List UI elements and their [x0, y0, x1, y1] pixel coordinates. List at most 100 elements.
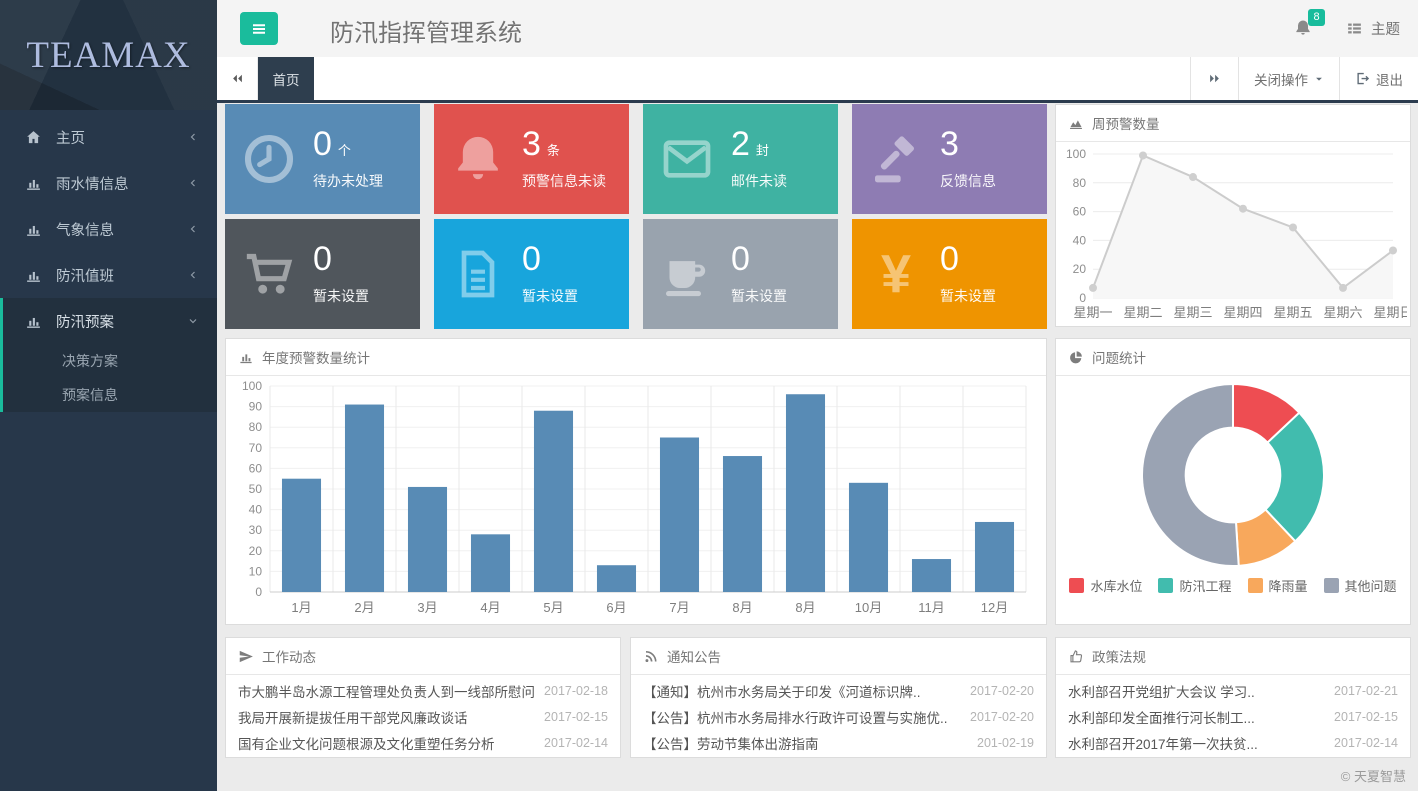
- stat-card-feedback[interactable]: 3 反馈信息: [852, 104, 1047, 214]
- thumbs-up-icon: [1068, 649, 1084, 664]
- legend-item[interactable]: 其他问题: [1324, 576, 1397, 595]
- stat-card-mail[interactable]: 2封 邮件未读: [643, 104, 838, 214]
- news-date: 2017-02-14: [1334, 736, 1398, 750]
- legend-item[interactable]: 水库水位: [1069, 576, 1142, 595]
- news-item[interactable]: 【公告】杭州市水务局排水行政许可设置与实施优.. 2017-02-20: [631, 704, 1046, 730]
- legend-item[interactable]: 防汛工程: [1158, 576, 1231, 595]
- bar-chart-icon: [24, 267, 43, 284]
- sidebar-item-home[interactable]: 主页: [0, 114, 217, 160]
- svg-text:星期三: 星期三: [1173, 305, 1212, 320]
- tabs-scroll-left-button[interactable]: [217, 57, 258, 100]
- legend-item[interactable]: 降雨量: [1248, 576, 1308, 595]
- policy-panel: 政策法规 水利部召开党组扩大会议 学习.. 2017-02-21 水利部印发全面…: [1055, 637, 1411, 758]
- sidebar-item-plan[interactable]: 防汛预案: [3, 298, 217, 344]
- news-date: 2017-02-18: [544, 684, 608, 698]
- stat-value: 0: [313, 127, 332, 161]
- panel-header: 问题统计: [1056, 339, 1410, 376]
- svg-text:100: 100: [242, 379, 262, 393]
- stat-unit: 封: [756, 140, 769, 159]
- sidebar: TEAMAX 主页 雨水情信息 气象信息 防汛值班 防汛预案: [0, 0, 217, 791]
- sidebar-toggle-button[interactable]: [240, 12, 278, 45]
- file-icon: [434, 246, 522, 302]
- news-item[interactable]: 国有企业文化问题根源及文化重塑任务分析 2017-02-14: [226, 730, 620, 756]
- svg-text:0: 0: [1079, 291, 1086, 305]
- svg-text:10: 10: [249, 564, 263, 578]
- svg-text:60: 60: [249, 461, 263, 475]
- news-item[interactable]: 我局开展新提拔任用干部党风廉政谈话 2017-02-15: [226, 704, 620, 730]
- svg-text:10月: 10月: [855, 600, 882, 615]
- sidebar-item-label: 雨水情信息: [56, 173, 129, 194]
- news-item[interactable]: 【公告】劳动节集体出游指南 201-02-19: [631, 730, 1046, 756]
- stat-card-unset-2[interactable]: 0 暂未设置: [434, 219, 629, 329]
- work-news-panel: 工作动态 市大鹏半岛水源工程管理处负责人到一线部所慰问新春 2017-02-18…: [225, 637, 621, 758]
- copyright: © 天夏智慧: [1341, 766, 1406, 785]
- stat-card-unset-1[interactable]: 0 暂未设置: [225, 219, 420, 329]
- stat-cards: 0个 待办未处理 3条 预警信息未读 2封 邮件未读 3 反馈信息: [225, 104, 1047, 329]
- svg-text:40: 40: [1073, 233, 1087, 247]
- notifications-button[interactable]: 8: [1293, 17, 1315, 41]
- news-item[interactable]: 【通知】杭州市水务局关于印发《河道标识牌.. 2017-02-20: [631, 678, 1046, 704]
- sidebar-subitem-label: 预案信息: [62, 385, 118, 405]
- annual-chart-body: 01020304050607080901001月2月3月4月5月6月7月8月8月…: [226, 376, 1046, 622]
- sidebar-item-label: 主页: [56, 127, 85, 148]
- stat-label: 暂未设置: [940, 286, 996, 306]
- tabs-scroll-right-button[interactable]: [1190, 57, 1238, 100]
- svg-text:星期一: 星期一: [1073, 305, 1112, 320]
- news-title: 市大鹏半岛水源工程管理处负责人到一线部所慰问新春: [238, 681, 534, 701]
- stat-value: 0: [313, 242, 332, 276]
- svg-text:80: 80: [249, 420, 263, 434]
- svg-text:40: 40: [249, 503, 263, 517]
- theme-switcher[interactable]: 主题: [1345, 18, 1400, 39]
- news-item[interactable]: 水利部印发全面推行河长制工... 2017-02-15: [1056, 704, 1410, 730]
- stat-value: 3: [940, 127, 959, 161]
- logout-label: 退出: [1376, 69, 1403, 89]
- logout-button[interactable]: 退出: [1339, 57, 1418, 100]
- issues-chart-body: 水库水位 防汛工程 降雨量 其他问题: [1056, 376, 1410, 595]
- sidebar-subitem-plan-info[interactable]: 预案信息: [3, 378, 217, 412]
- stat-card-warnings[interactable]: 3条 预警信息未读: [434, 104, 629, 214]
- cup-icon: [643, 246, 731, 302]
- tab-home[interactable]: 首页: [258, 57, 314, 100]
- panel-header: 工作动态: [226, 638, 620, 675]
- panel-header: 周预警数量: [1056, 105, 1410, 142]
- stat-card-todo[interactable]: 0个 待办未处理: [225, 104, 420, 214]
- area-chart-icon: [1068, 116, 1084, 131]
- clock-icon: [225, 131, 313, 187]
- news-item[interactable]: 市大鹏半岛水源工程管理处负责人到一线部所慰问新春 2017-02-18: [226, 678, 620, 704]
- sidebar-item-duty[interactable]: 防汛值班: [0, 252, 217, 298]
- panel-title: 年度预警数量统计: [262, 347, 370, 367]
- hamburger-icon: [249, 20, 269, 38]
- paper-plane-icon: [238, 649, 254, 664]
- news-date: 201-02-19: [977, 736, 1034, 750]
- svg-text:星期四: 星期四: [1223, 305, 1262, 320]
- news-date: 2017-02-14: [544, 736, 608, 750]
- bar-chart-icon: [24, 175, 43, 192]
- sidebar-subitem-decision[interactable]: 决策方案: [3, 344, 217, 378]
- sidebar-menu: 主页 雨水情信息 气象信息 防汛值班 防汛预案 决策方案: [0, 114, 217, 412]
- stat-card-body: 3条 预警信息未读: [522, 127, 606, 191]
- stat-value: 0: [731, 242, 750, 276]
- theme-list-icon: [1345, 20, 1364, 37]
- close-operations-dropdown[interactable]: 关闭操作: [1238, 57, 1339, 100]
- sidebar-item-rainwater[interactable]: 雨水情信息: [0, 160, 217, 206]
- sidebar-subitem-label: 决策方案: [62, 351, 118, 371]
- news-date: 2017-02-20: [970, 684, 1034, 698]
- svg-text:7月: 7月: [669, 600, 689, 615]
- news-item[interactable]: 水利部召开党组扩大会议 学习.. 2017-02-21: [1056, 678, 1410, 704]
- stat-card-unset-4[interactable]: ¥ 0 暂未设置: [852, 219, 1047, 329]
- news-title: 水利部召开2017年第一次扶贫...: [1068, 733, 1324, 753]
- stat-unit: 个: [338, 140, 351, 159]
- news-item[interactable]: 水利部召开2017年第一次扶贫... 2017-02-14: [1056, 730, 1410, 756]
- stat-value: 3: [522, 127, 541, 161]
- stat-card-body: 0 暂未设置: [731, 242, 787, 306]
- news-title: 【公告】劳动节集体出游指南: [643, 733, 967, 753]
- bar-chart-icon: [24, 221, 43, 238]
- news-title: 水利部召开党组扩大会议 学习..: [1068, 681, 1324, 701]
- logo: TEAMAX: [0, 0, 217, 110]
- sidebar-item-weather[interactable]: 气象信息: [0, 206, 217, 252]
- panel-header: 年度预警数量统计: [226, 339, 1046, 376]
- stat-card-unset-3[interactable]: 0 暂未设置: [643, 219, 838, 329]
- panel-title: 通知公告: [667, 646, 721, 666]
- svg-text:星期五: 星期五: [1273, 305, 1312, 320]
- news-date: 2017-02-20: [970, 710, 1034, 724]
